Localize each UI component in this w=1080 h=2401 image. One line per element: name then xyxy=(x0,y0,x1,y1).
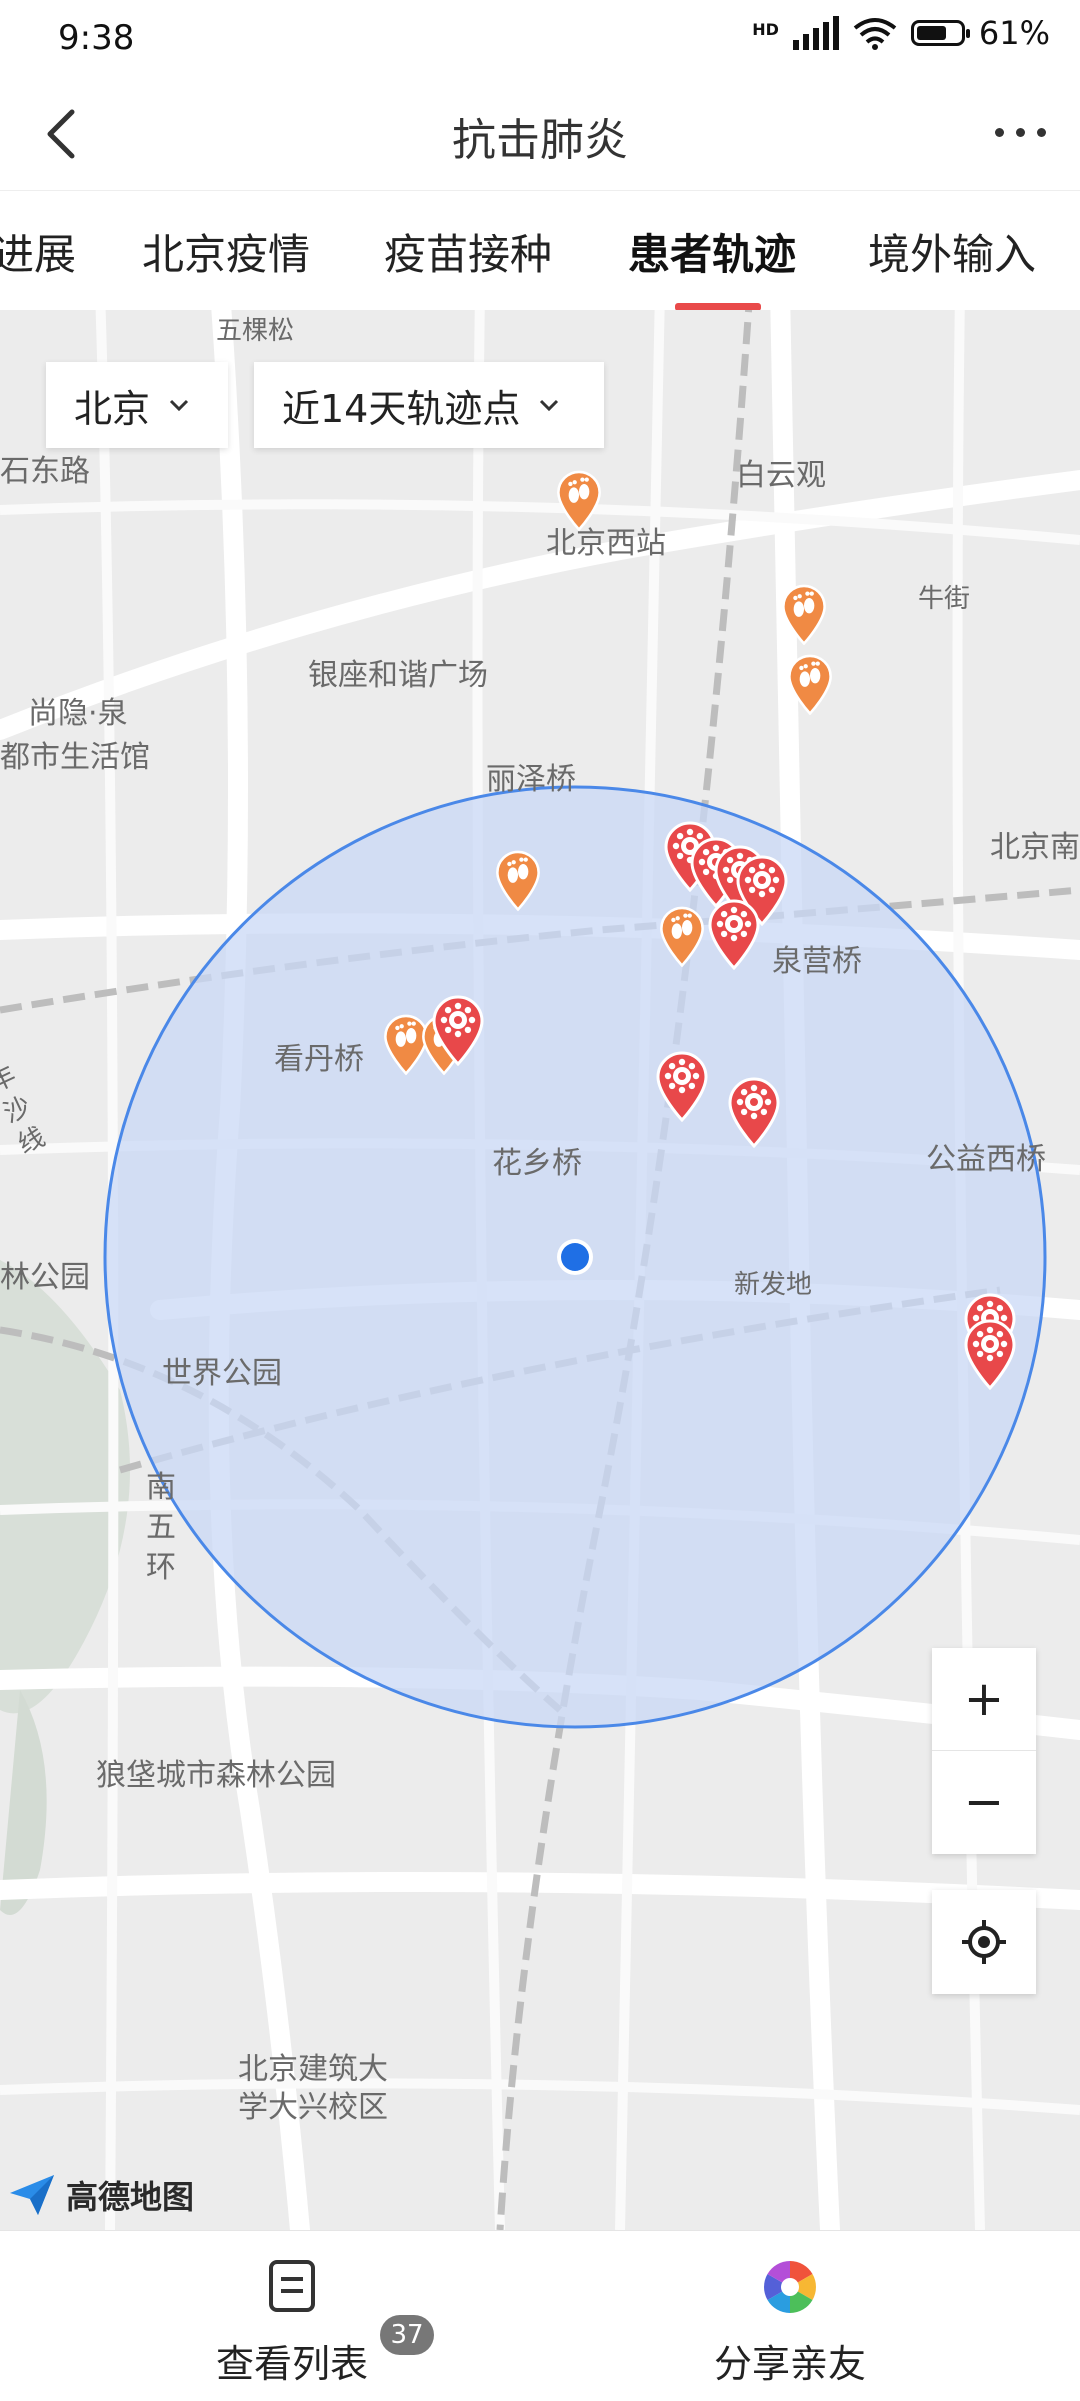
virus-icon[interactable] xyxy=(430,994,486,1070)
share-friends-label: 分享亲友 xyxy=(713,2342,866,2386)
battery-icon xyxy=(910,20,970,46)
tab-progress[interactable]: 进展 xyxy=(0,221,76,282)
range-filter[interactable]: 近14天轨迹点 xyxy=(254,362,604,448)
zoom-out-button[interactable]: − xyxy=(932,1751,1036,1853)
chevron-down-icon xyxy=(540,399,559,412)
map-label: 花乡桥 xyxy=(492,1146,582,1181)
footprint-icon[interactable] xyxy=(658,905,706,970)
virus-icon[interactable] xyxy=(654,1050,710,1126)
battery-level: 61% xyxy=(978,14,1050,52)
map-logo: 高德地图 xyxy=(8,2172,194,2218)
virus-icon[interactable] xyxy=(726,1076,782,1152)
locate-button[interactable] xyxy=(932,1890,1036,1994)
map-label: 新发地 xyxy=(734,1270,813,1300)
map-label: 北京南 xyxy=(990,830,1080,865)
map-label: 狼垡城市森林公园 xyxy=(96,1758,336,1793)
page-title: 抗击肺炎 xyxy=(452,115,628,166)
status-time: 9:38 xyxy=(58,18,135,58)
tab-vaccination[interactable]: 疫苗接种 xyxy=(384,221,552,282)
map-label: 学大兴校区 xyxy=(238,2090,388,2125)
wifi-icon xyxy=(853,18,897,50)
view-list-button[interactable]: 查看列表 37 xyxy=(22,2231,562,2401)
tab-beijing-epidemic[interactable]: 北京疫情 xyxy=(142,221,310,282)
list-count-badge: 37 xyxy=(380,2315,434,2355)
signal-icon xyxy=(792,16,839,50)
virus-icon[interactable] xyxy=(962,1318,1018,1394)
map-label: 牛街 xyxy=(918,584,971,614)
range-filter-label: 近14天轨迹点 xyxy=(282,386,521,431)
footprint-icon[interactable] xyxy=(780,583,828,648)
tab-patient-trajectory[interactable]: 患者轨迹 xyxy=(628,221,796,282)
view-list-label: 查看列表 xyxy=(215,2342,368,2386)
hd-label: HD xyxy=(752,20,779,39)
bottom-bar: 查看列表 37 分享亲友 xyxy=(0,2230,1080,2401)
more-icon[interactable] xyxy=(995,128,1046,137)
map-label: 公益西桥 xyxy=(926,1142,1046,1177)
map-label: 林公园 xyxy=(0,1260,90,1295)
amap-logo-icon xyxy=(10,2175,54,2215)
map-label: 看丹桥 xyxy=(274,1042,364,1077)
tab-imported-cases[interactable]: 境外输入 xyxy=(868,221,1036,282)
share-friends-button[interactable]: 分享亲友 xyxy=(520,2231,1060,2401)
map-label: 石东路 xyxy=(0,454,90,489)
zoom-control: + − xyxy=(932,1648,1036,1854)
app-header: 抗击肺炎 xyxy=(0,78,1080,190)
map-label: 泉营桥 xyxy=(772,944,862,979)
list-icon xyxy=(269,2260,315,2312)
zoom-in-button[interactable]: + xyxy=(932,1648,1036,1751)
map-label: 银座和谐广场 xyxy=(308,658,488,693)
crosshair-icon xyxy=(962,1920,1006,1964)
city-filter-label: 北京 xyxy=(74,386,151,431)
city-filter[interactable]: 北京 xyxy=(46,362,228,448)
virus-icon[interactable] xyxy=(706,898,762,974)
footprint-icon[interactable] xyxy=(786,653,834,718)
map-label: 尚隐·泉 xyxy=(28,696,128,731)
map-view[interactable]: 五棵松 石东路 白云观 北京西站 牛街 银座和谐广场 尚隐·泉 都市生活馆 丽泽… xyxy=(0,310,1080,2230)
tab-bar: 进展 北京疫情 疫苗接种 患者轨迹 境外输入 xyxy=(0,190,1080,312)
map-label: 丽泽桥 xyxy=(486,762,576,797)
share-icon xyxy=(764,2261,816,2313)
map-label: 五棵松 xyxy=(216,316,295,346)
map-label: 都市生活馆 xyxy=(0,740,150,775)
status-icons: HD 61% xyxy=(752,14,1050,52)
map-label: 南五环 xyxy=(146,1470,176,1585)
footprint-icon[interactable] xyxy=(555,469,603,534)
chevron-down-icon xyxy=(169,399,189,412)
map-label: 世界公园 xyxy=(162,1356,282,1391)
map-label: 白云观 xyxy=(736,458,826,493)
footprint-icon[interactable] xyxy=(494,849,542,914)
status-bar: 9:38 HD 61% xyxy=(0,0,1080,78)
map-logo-text: 高德地图 xyxy=(66,2178,195,2216)
